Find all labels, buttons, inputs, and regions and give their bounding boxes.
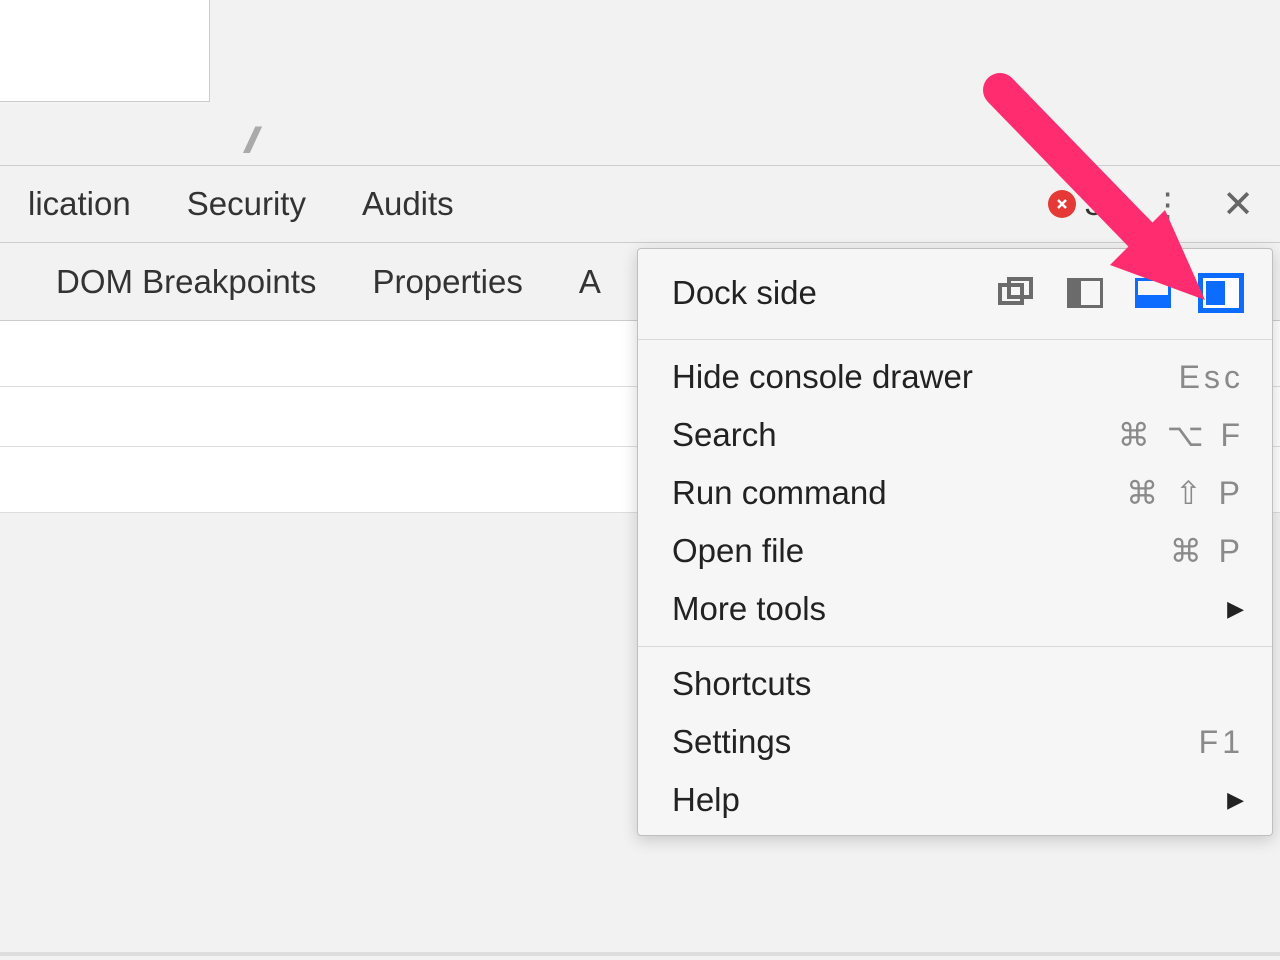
menu-shortcuts[interactable]: Shortcuts — [638, 655, 1272, 713]
menu-separator — [638, 339, 1272, 340]
bottom-border — [0, 952, 1280, 956]
menu-more-tools[interactable]: More tools ▶ — [638, 580, 1272, 638]
dock-right-icon[interactable] — [1198, 273, 1244, 313]
menu-item-shortcut: ⌘ ⌥ F — [1118, 416, 1244, 454]
dock-bottom-icon[interactable] — [1130, 273, 1176, 313]
tab-audits[interactable]: Audits — [334, 185, 482, 223]
page-background-top: /// — [0, 0, 1280, 165]
menu-item-label: Hide console drawer — [672, 358, 973, 396]
menu-item-label: Run command — [672, 474, 887, 512]
menu-run-command[interactable]: Run command ⌘ ⇧ P — [638, 464, 1272, 522]
menu-help[interactable]: Help ▶ — [638, 771, 1272, 829]
devtools-context-menu: Dock side — [637, 248, 1273, 836]
tab-dom-breakpoints[interactable]: DOM Breakpoints — [56, 263, 372, 301]
menu-open-file[interactable]: Open file ⌘ P — [638, 522, 1272, 580]
menu-separator — [638, 646, 1272, 647]
menu-item-label: Settings — [672, 723, 791, 761]
tab-security[interactable]: Security — [159, 185, 334, 223]
menu-item-label: More tools — [672, 590, 826, 628]
tab-application[interactable]: lication — [0, 185, 159, 223]
menu-item-shortcut: ⌘ ⇧ P — [1126, 474, 1244, 512]
dock-undock-icon[interactable] — [994, 273, 1040, 313]
resize-handle-icon[interactable]: /// — [245, 120, 251, 162]
menu-item-label: Search — [672, 416, 777, 454]
kebab-menu-icon[interactable]: ⋮ — [1151, 185, 1184, 224]
menu-item-shortcut: Esc — [1179, 359, 1244, 396]
error-count[interactable]: 30 — [1084, 185, 1121, 223]
menu-item-label: Open file — [672, 532, 804, 570]
devtools-main-toolbar: lication Security Audits 30 ⋮ ✕ — [0, 165, 1280, 243]
menu-item-shortcut: F1 — [1199, 724, 1244, 761]
menu-item-shortcut: ⌘ P — [1170, 532, 1244, 570]
submenu-arrow-icon: ▶ — [1227, 596, 1244, 622]
tab-properties[interactable]: Properties — [372, 263, 578, 301]
dock-left-icon[interactable] — [1062, 273, 1108, 313]
menu-item-label: Help — [672, 781, 740, 819]
menu-settings[interactable]: Settings F1 — [638, 713, 1272, 771]
page-content-box — [0, 0, 210, 102]
dock-side-label: Dock side — [672, 274, 817, 312]
menu-search[interactable]: Search ⌘ ⌥ F — [638, 406, 1272, 464]
close-devtools-icon[interactable]: ✕ — [1222, 182, 1254, 227]
menu-dock-side: Dock side — [638, 255, 1272, 331]
error-badge-icon[interactable] — [1048, 190, 1076, 218]
menu-hide-console[interactable]: Hide console drawer Esc — [638, 348, 1272, 406]
submenu-arrow-icon: ▶ — [1227, 787, 1244, 813]
menu-item-label: Shortcuts — [672, 665, 811, 703]
